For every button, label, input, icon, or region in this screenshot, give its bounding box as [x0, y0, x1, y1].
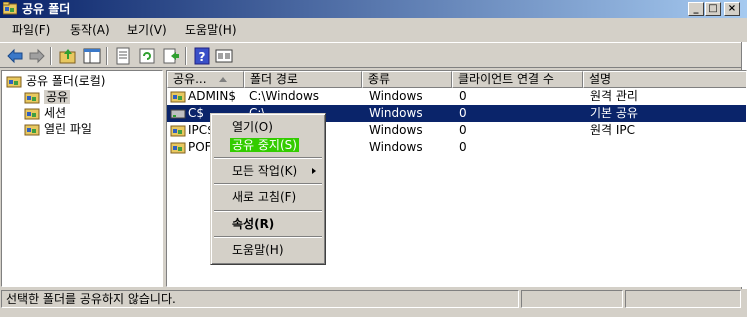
context-menu-stop-sharing[interactable]: 공유 중지(S)	[214, 135, 322, 155]
share-description: 원격 IPC	[590, 123, 636, 137]
window-title: 공유 폴더	[22, 2, 71, 16]
forward-icon[interactable]	[27, 46, 47, 66]
menu-item-label: 열기(O)	[232, 120, 273, 134]
tree-item-label: 열린 파일	[44, 122, 92, 136]
tree-item-open-files[interactable]: 열린 파일	[24, 121, 92, 137]
submenu-arrow-icon	[312, 168, 316, 174]
context-menu-properties[interactable]: 속성(R)	[214, 214, 322, 234]
tree-item-label: 세션	[44, 106, 67, 120]
folder-path: C:\Windows	[249, 89, 320, 103]
menu-help[interactable]: 도움말(H)	[185, 23, 237, 37]
share-description: 기본 공유	[590, 106, 638, 120]
status-pane-empty	[625, 290, 741, 308]
menu-item-label: 모든 작업(K)	[232, 164, 298, 178]
client-count: 0	[459, 123, 467, 137]
shared-folders-window: 공유 폴더 _ □ × 파일(F) 동작(A) 보기(V) 도움말(H) ? 공…	[0, 0, 747, 317]
shared-folder-icon	[170, 142, 186, 154]
shared-drive-icon	[170, 109, 186, 119]
share-type: Windows	[369, 89, 423, 103]
client-count: 0	[459, 106, 467, 120]
menu-item-label: 도움말(H)	[232, 243, 284, 257]
shared-folder-icon	[24, 124, 40, 136]
menu-separator	[214, 183, 322, 185]
share-name: ADMIN$	[188, 89, 236, 103]
menu-separator	[214, 236, 322, 238]
close-button[interactable]: ×	[724, 2, 740, 16]
export-icon[interactable]	[161, 46, 181, 66]
menu-item-label: 공유 중지(S)	[230, 138, 299, 152]
minimize-button[interactable]: _	[688, 2, 704, 16]
toolbar-separator	[50, 47, 52, 65]
menu-item-label: 속성(R)	[232, 217, 275, 231]
up-folder-icon[interactable]	[58, 46, 78, 66]
refresh-icon[interactable]	[137, 46, 157, 66]
title-bar[interactable]: 공유 폴더 _ □ ×	[0, 0, 747, 18]
toolbar-separator	[106, 47, 108, 65]
svg-text:?: ?	[199, 50, 206, 64]
shared-folder-icon	[170, 91, 186, 103]
context-menu-help[interactable]: 도움말(H)	[214, 240, 322, 260]
share-type: Windows	[369, 106, 423, 120]
shared-folder-icon	[3, 2, 17, 15]
context-menu-open[interactable]: 열기(O)	[214, 117, 322, 137]
shared-folder-icon	[6, 76, 22, 88]
menu-item-label: 새로 고침(F)	[232, 190, 297, 204]
menu-separator	[214, 157, 322, 159]
column-header-folder-path[interactable]: 폴더 경로	[244, 71, 362, 88]
help-icon[interactable]: ?	[192, 46, 212, 66]
tree-item-root[interactable]: 공유 폴더(로컬)	[6, 73, 105, 89]
context-menu: 열기(O) 공유 중지(S) 모든 작업(K) 새로 고침(F) 속성(R) 도…	[210, 113, 326, 265]
tree-pane: 공유 폴더(로컬) 공유 세션 열린 파일	[1, 70, 163, 287]
menu-bar: 파일(F) 동작(A) 보기(V) 도움말(H)	[0, 19, 747, 41]
column-header-type[interactable]: 종류	[362, 71, 452, 88]
menu-file[interactable]: 파일(F)	[12, 23, 50, 37]
tree-item-sessions[interactable]: 세션	[24, 105, 66, 121]
sort-ascending-icon	[218, 77, 227, 82]
menu-view[interactable]: 보기(V)	[127, 23, 167, 37]
back-icon[interactable]	[5, 46, 25, 66]
client-count: 0	[459, 140, 467, 154]
shared-folder-icon	[170, 125, 186, 137]
maximize-button[interactable]: □	[705, 2, 721, 16]
status-bar: 선택한 폴더를 공유하지 않습니다.	[0, 289, 747, 309]
tree-item-label: 공유	[44, 90, 71, 104]
column-header-share-name[interactable]: 공유...	[167, 71, 244, 88]
status-text: 선택한 폴더를 공유하지 않습니다.	[1, 290, 519, 308]
status-pane-empty	[521, 290, 623, 308]
shared-folder-icon	[24, 108, 40, 120]
properties-icon[interactable]	[113, 46, 133, 66]
toolbar: ?	[0, 42, 747, 68]
tree-item-shares[interactable]: 공유	[24, 89, 71, 105]
share-type: Windows	[369, 123, 423, 137]
client-count: 0	[459, 89, 467, 103]
table-row[interactable]: ADMIN$ C:\Windows Windows 0 원격 관리	[167, 88, 746, 105]
column-header-label: 공유...	[173, 72, 207, 86]
menu-separator	[214, 210, 322, 212]
column-header-client-connections[interactable]: 클라이언트 연결 수	[452, 71, 583, 88]
shared-folder-icon	[24, 92, 40, 104]
view-icon[interactable]	[214, 46, 234, 66]
show-tree-icon[interactable]	[82, 46, 102, 66]
share-description: 원격 관리	[590, 89, 638, 103]
share-type: Windows	[369, 140, 423, 154]
context-menu-all-tasks[interactable]: 모든 작업(K)	[214, 161, 322, 181]
column-header-description[interactable]: 설명	[583, 71, 746, 88]
context-menu-refresh[interactable]: 새로 고침(F)	[214, 187, 322, 207]
menu-action[interactable]: 동작(A)	[70, 23, 110, 37]
toolbar-separator	[185, 47, 187, 65]
tree-root-label: 공유 폴더(로컬)	[26, 74, 106, 88]
